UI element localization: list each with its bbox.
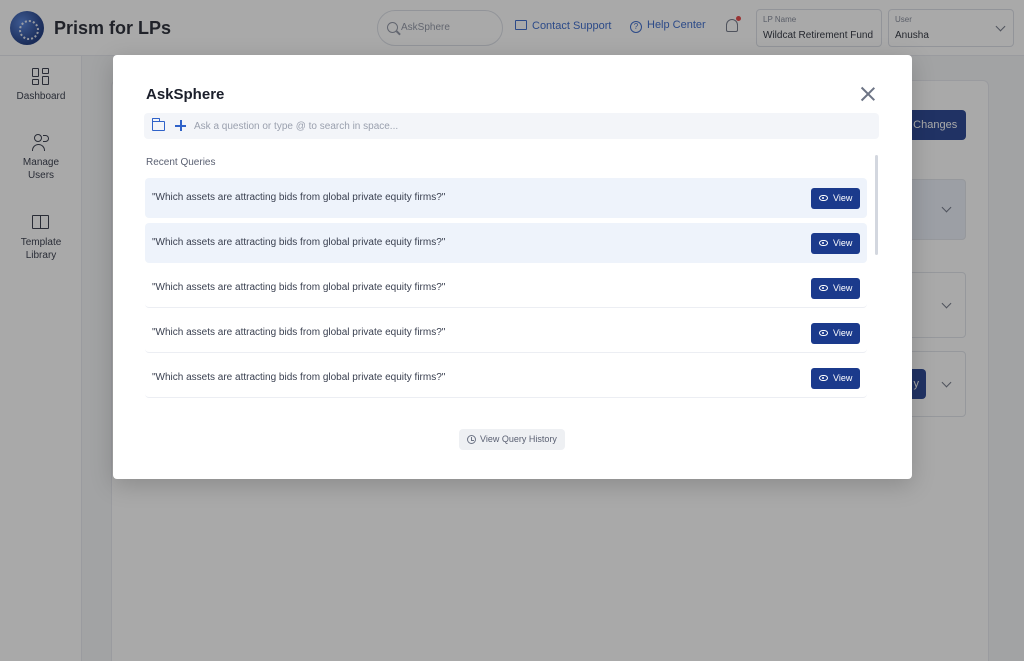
view-query-history-button[interactable]: View Query History: [459, 429, 565, 450]
eye-icon: [819, 375, 828, 381]
view-query-button[interactable]: View: [811, 233, 860, 254]
recent-queries-heading: Recent Queries: [146, 157, 216, 168]
clock-icon: [467, 435, 476, 444]
history-label: View Query History: [480, 434, 557, 444]
view-label: View: [833, 193, 853, 203]
eye-icon: [819, 330, 828, 336]
view-query-button[interactable]: View: [811, 278, 860, 299]
view-label: View: [833, 373, 853, 383]
query-text: "Which assets are attracting bids from g…: [152, 192, 446, 203]
recent-queries-list[interactable]: "Which assets are attracting bids from g…: [145, 178, 867, 400]
query-text: "Which assets are attracting bids from g…: [152, 237, 446, 248]
eye-icon: [819, 240, 828, 246]
eye-icon: [819, 195, 828, 201]
query-row: "Which assets are attracting bids from g…: [145, 358, 867, 398]
modal-title: AskSphere: [146, 86, 225, 103]
scrollbar[interactable]: [875, 155, 878, 255]
eye-icon: [819, 285, 828, 291]
close-icon[interactable]: [859, 85, 877, 103]
query-text: "Which assets are attracting bids from g…: [152, 282, 446, 293]
view-label: View: [833, 283, 853, 293]
ask-bar: [144, 113, 879, 139]
folder-icon[interactable]: [151, 118, 165, 131]
asksphere-modal: AskSphere Recent Queries "Which assets a…: [113, 55, 912, 479]
query-row: "Which assets are attracting bids from g…: [145, 313, 867, 353]
view-query-button[interactable]: View: [811, 188, 860, 209]
query-row: "Which assets are attracting bids from g…: [145, 268, 867, 308]
view-label: View: [833, 238, 853, 248]
view-query-button[interactable]: View: [811, 368, 860, 389]
query-text: "Which assets are attracting bids from g…: [152, 372, 446, 383]
ask-input[interactable]: [194, 117, 864, 135]
query-row: "Which assets are attracting bids from g…: [145, 178, 867, 218]
plus-icon[interactable]: [175, 120, 186, 131]
query-row: "Which assets are attracting bids from g…: [145, 223, 867, 263]
query-text: "Which assets are attracting bids from g…: [152, 327, 446, 338]
view-label: View: [833, 328, 853, 338]
view-query-button[interactable]: View: [811, 323, 860, 344]
